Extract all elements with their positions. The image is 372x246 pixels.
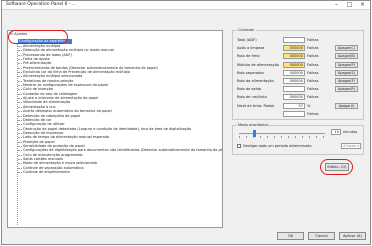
counter-label: Após a limpeza xyxy=(237,46,265,51)
reset-counter-button[interactable]: Apagar(I) xyxy=(335,102,358,109)
ok-button[interactable]: OK xyxy=(277,232,304,240)
tree-connector xyxy=(17,43,18,225)
counter-label: Rolo de alimentação xyxy=(237,79,274,83)
counter-value xyxy=(283,86,305,93)
reset-counter-button[interactable]: Apagar(R) xyxy=(335,86,358,93)
counter-value: 000000 xyxy=(283,53,305,60)
window-controls: – □ × xyxy=(332,2,367,9)
settings-tree[interactable]: ⊟ Ajustes Configuração do aparelho Alime… xyxy=(7,30,223,228)
counter-value xyxy=(283,110,305,117)
reset-counter-button[interactable]: Apagar(C) xyxy=(335,45,358,52)
auto-off-checkbox[interactable] xyxy=(237,144,241,148)
counter-label: Nível de tinta: Poster xyxy=(237,103,275,108)
counter-unit: Folhas xyxy=(307,46,319,51)
counter-unit: Folhas xyxy=(307,79,319,83)
counter-value: 000000 xyxy=(283,45,305,52)
title-bar: Software Operation Panel 6 - ... – □ × xyxy=(2,1,370,10)
counter-value xyxy=(283,37,305,43)
cancel-button[interactable]: Cancel xyxy=(308,232,335,240)
minimize-icon[interactable]: – xyxy=(332,2,341,9)
window-title: Software Operation Panel 6 - ... xyxy=(6,2,77,7)
counter-unit: % xyxy=(307,103,311,108)
counter-value: 57 xyxy=(283,102,305,109)
reset-counter-button[interactable]: Apagar(S) xyxy=(335,69,358,76)
auto-off-label: Desligar após um período determinado xyxy=(243,144,312,148)
counter-unit: Folhas xyxy=(307,87,319,92)
tree-list: Alimentação múltipla Detecção de alimenta… xyxy=(18,44,222,174)
chevron-down-icon: ▾ xyxy=(357,144,359,148)
tree-item[interactable]: Controle de empilhamento xyxy=(18,170,222,174)
counter-unit: Folhas xyxy=(307,62,319,67)
reset-counter-button[interactable]: Apagar(B) xyxy=(335,53,358,60)
counter-value: 000000 xyxy=(283,61,305,68)
counter-label: Total (ADF) xyxy=(237,38,257,42)
sleep-minutes-field[interactable]: 15 xyxy=(331,129,341,135)
counter-unit: Folhas xyxy=(307,111,319,116)
sleep-legend: Modo econômico xyxy=(237,123,270,127)
auto-off-select-value: 4 horas xyxy=(343,144,356,148)
apply-button[interactable]: Aplicar (A) xyxy=(339,232,366,240)
counter-label: Rolo de freio xyxy=(237,54,260,59)
counter-label: Rolo separador xyxy=(237,70,265,75)
counter-unit: Folhas xyxy=(307,70,319,75)
counter-unit: Folhas xyxy=(307,95,319,100)
annotation-oval-tree xyxy=(8,30,68,44)
auto-off-row: Desligar após um período determinado 4 h… xyxy=(237,143,361,149)
counters-group: Contador Total (ADF) Folhas Após a limpeza… xyxy=(232,28,364,120)
reset-counter-button[interactable]: Apagar(P) xyxy=(335,61,358,68)
close-icon[interactable]: × xyxy=(358,2,367,9)
counter-value: 000000 xyxy=(283,94,305,101)
counter-unit: Folhas xyxy=(307,54,319,59)
counter-label: Rolo de saída xyxy=(237,87,262,92)
sleep-group: Modo econômico 15 minutos Desligar após … xyxy=(232,123,364,155)
reset-counter-button[interactable]: Apagar(F) xyxy=(335,78,358,84)
counter-label: Rolo de um/tinto xyxy=(237,95,267,100)
counter-label: Módulo de alimentação xyxy=(237,62,280,67)
counter-unit: Folhas xyxy=(307,38,319,42)
annotation-oval-button xyxy=(320,159,353,175)
counter-value: 000000 xyxy=(283,69,305,76)
sleep-unit: minutos xyxy=(343,130,358,134)
counter-value: 000000 xyxy=(283,78,305,84)
sleep-slider-thumb[interactable] xyxy=(252,130,256,137)
auto-off-select[interactable]: 4 horas ▾ xyxy=(341,143,361,149)
counters-legend: Contador xyxy=(237,28,256,32)
maximize-icon[interactable]: □ xyxy=(345,2,354,9)
